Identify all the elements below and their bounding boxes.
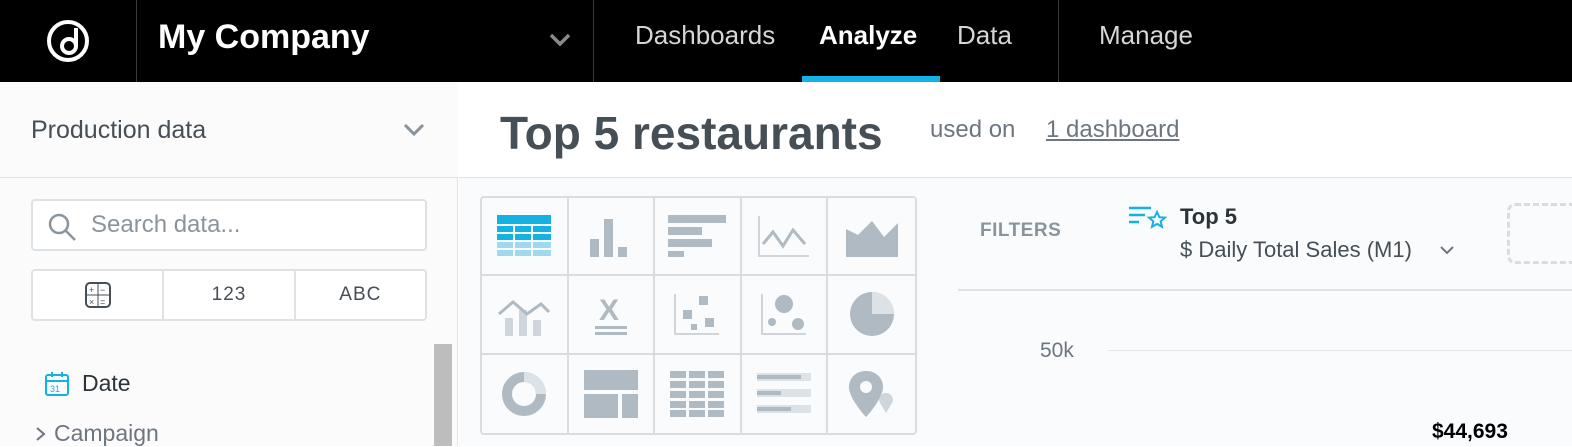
chevron-down-icon bbox=[549, 33, 571, 47]
viz-geo-button[interactable] bbox=[828, 355, 915, 433]
viz-heatmap-button[interactable] bbox=[655, 354, 742, 433]
chevron-down-icon[interactable] bbox=[1439, 244, 1455, 256]
chevron-down-icon bbox=[403, 123, 425, 137]
viz-area-button[interactable] bbox=[828, 198, 915, 277]
viz-bullet-button[interactable] bbox=[742, 354, 829, 433]
filter-numbers-button[interactable]: 123 bbox=[162, 271, 293, 319]
catalog-list: 31 Date Campaign bbox=[0, 338, 430, 446]
search-field[interactable] bbox=[31, 199, 427, 251]
viz-table-button[interactable] bbox=[482, 198, 569, 277]
chevron-right-icon bbox=[36, 426, 46, 441]
search-icon bbox=[48, 213, 76, 241]
combo-chart-icon bbox=[498, 300, 551, 337]
geo-chart-icon bbox=[848, 370, 893, 417]
filter-drop-zone[interactable] bbox=[1507, 203, 1572, 264]
viz-bar-button[interactable] bbox=[655, 198, 742, 277]
used-on-text: used on bbox=[930, 116, 1016, 143]
filters-divider bbox=[958, 289, 1572, 291]
filters-label: FILTERS bbox=[980, 220, 1062, 241]
bar-chart-icon bbox=[668, 215, 727, 258]
data-label: $44,693 bbox=[1432, 420, 1508, 443]
area-chart-icon bbox=[845, 221, 898, 258]
viz-combo-button[interactable] bbox=[482, 276, 569, 355]
datasource-label: Production data bbox=[31, 116, 207, 144]
svg-text:X: X bbox=[599, 294, 619, 327]
visualization-type-picker: X bbox=[480, 196, 917, 435]
viz-treemap-button[interactable] bbox=[569, 354, 656, 433]
search-input[interactable] bbox=[91, 209, 411, 241]
nav-manage[interactable]: Manage bbox=[1099, 20, 1193, 82]
top-navigation-bar: My Company Dashboards Analyze Data Manag… bbox=[0, 0, 1572, 82]
y-axis-tick: 50k bbox=[1040, 339, 1074, 362]
viz-column-button[interactable] bbox=[568, 198, 656, 277]
svg-text:31: 31 bbox=[50, 384, 60, 394]
catalog-item-date[interactable]: 31 Date bbox=[44, 370, 131, 397]
column-chart-icon bbox=[589, 219, 627, 258]
datasource-selector[interactable]: Production data bbox=[0, 82, 458, 178]
filter-title[interactable]: Top 5 bbox=[1180, 204, 1237, 230]
line-chart-icon bbox=[758, 216, 810, 258]
viz-donut-button[interactable] bbox=[482, 354, 569, 433]
viz-pie-button[interactable] bbox=[828, 276, 915, 355]
filter-text-button[interactable]: ABC bbox=[293, 271, 425, 319]
scatter-plot-icon bbox=[674, 294, 720, 336]
viz-line-button[interactable] bbox=[741, 198, 829, 277]
treemap-icon bbox=[583, 369, 638, 418]
brand-logo-icon bbox=[47, 20, 89, 62]
bubble-chart-icon bbox=[761, 294, 807, 336]
logo[interactable] bbox=[0, 0, 137, 82]
type-filter-group: + − × = 123 ABC bbox=[31, 269, 427, 321]
workspace-name: My Company bbox=[158, 18, 370, 56]
filter-calculated-button[interactable]: + − × = bbox=[33, 271, 162, 319]
bullet-chart-icon bbox=[757, 372, 812, 413]
headline-icon: X bbox=[594, 294, 627, 336]
ranking-filter-icon bbox=[1129, 206, 1167, 229]
svg-text:=: = bbox=[100, 297, 106, 307]
catalog-item-label: Date bbox=[82, 370, 131, 396]
data-catalog-panel: Production data + − × = 123 ABC bbox=[0, 82, 458, 446]
nav-analyze[interactable]: Analyze bbox=[819, 20, 917, 82]
insight-title[interactable]: Top 5 restaurants bbox=[500, 106, 883, 160]
viz-bubble-button[interactable] bbox=[741, 276, 829, 355]
catalog-folder-campaign[interactable]: Campaign bbox=[34, 420, 159, 447]
active-nav-indicator bbox=[802, 76, 940, 82]
pie-chart-icon bbox=[849, 292, 894, 337]
scrollbar-thumb[interactable] bbox=[434, 344, 452, 446]
calendar-icon: 31 bbox=[45, 371, 69, 396]
catalog-folder-label: Campaign bbox=[54, 420, 159, 446]
nav-divider bbox=[1058, 0, 1059, 82]
viz-scatter-button[interactable] bbox=[655, 276, 742, 355]
viz-headline-button[interactable]: X bbox=[568, 276, 656, 355]
svg-text:−: − bbox=[100, 285, 106, 295]
chart-gridline bbox=[1108, 350, 1572, 351]
filter-subtitle[interactable]: $ Daily Total Sales (M1) bbox=[1180, 237, 1412, 263]
workspace-switcher[interactable]: My Company bbox=[137, 0, 594, 82]
table-icon bbox=[497, 215, 552, 257]
nav-dashboards[interactable]: Dashboards bbox=[635, 20, 775, 82]
svg-text:+: + bbox=[89, 285, 95, 295]
calculator-icon: + − × = bbox=[84, 282, 111, 308]
donut-chart-icon bbox=[502, 371, 547, 416]
svg-text:×: × bbox=[89, 297, 95, 307]
heatmap-icon bbox=[670, 370, 725, 417]
catalog-scrollbar[interactable] bbox=[434, 344, 452, 446]
used-on-link[interactable]: 1 dashboard bbox=[1046, 116, 1179, 144]
nav-data[interactable]: Data bbox=[957, 20, 1012, 82]
